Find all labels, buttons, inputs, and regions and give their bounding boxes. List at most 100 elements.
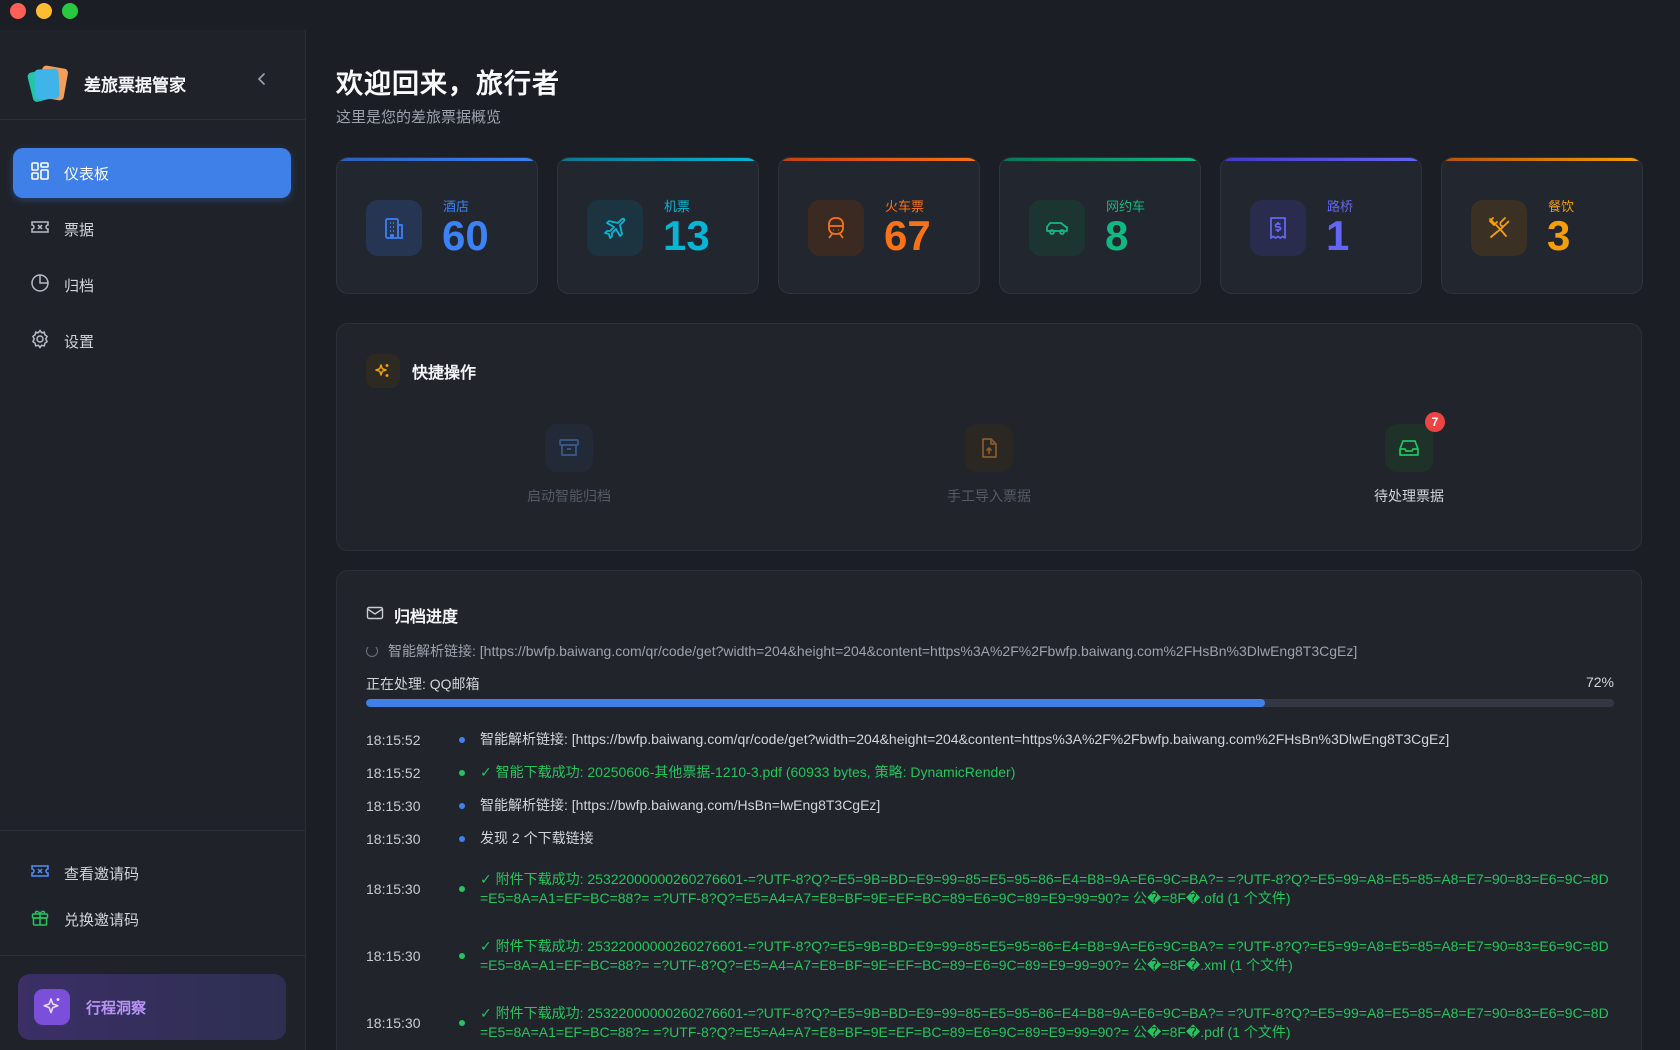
quick-action-label: 手工导入票据 <box>947 488 1031 504</box>
stat-card-hotel[interactable]: 酒店 60 <box>336 157 538 294</box>
view-invite-code-link[interactable]: 查看邀请码 <box>13 850 291 896</box>
stat-value: 8 <box>1105 212 1129 259</box>
log-time: 18:15:30 <box>366 830 421 847</box>
log-status-dot <box>459 835 465 842</box>
log-status-dot <box>459 885 465 892</box>
log-status-dot <box>459 1019 465 1026</box>
stat-value: 1 <box>1326 212 1350 259</box>
chevron-left-icon[interactable] <box>252 70 272 90</box>
sparkles-icon <box>34 989 70 1025</box>
pending-count-badge: 7 <box>1425 412 1445 432</box>
quick-actions-title: 快捷操作 <box>412 365 477 382</box>
processing-row: 正在处理: QQ邮箱 72% <box>366 674 1614 694</box>
sidebar-item-dashboard[interactable]: 仪表板 <box>13 148 291 198</box>
maximize-window-button[interactable] <box>62 3 78 19</box>
log-row: 18:15:52 ✓ 智能下载成功: 20250606-其他票据-1210-3.p… <box>366 756 1616 789</box>
building-icon <box>366 200 422 256</box>
stat-value: 67 <box>884 212 931 259</box>
page-subtitle: 这里是您的差旅票据概览 <box>336 109 502 126</box>
manual-import-button[interactable]: 手工导入票据 <box>889 424 1089 506</box>
log-status-dot <box>459 736 465 743</box>
sidebar-divider <box>0 830 306 831</box>
sparkles-icon <box>366 354 400 388</box>
stat-card-toll[interactable]: 路桥 1 <box>1220 157 1422 294</box>
log-time: 18:15:52 <box>366 764 421 781</box>
log-status-dot <box>459 802 465 809</box>
receipt-icon <box>1250 200 1306 256</box>
log-message: ✓ 附件下载成功: 25322000000260276601-=?UTF-8?Q… <box>480 870 1609 906</box>
processing-label: 正在处理: QQ邮箱 <box>366 676 480 692</box>
quick-actions-panel: 快捷操作 启动智能归档 手工导入票据 7 待处理票据 <box>336 323 1642 551</box>
archive-progress-panel: 归档进度 智能解析链接: [https://bwfp.baiwang.com/q… <box>336 570 1642 1050</box>
log-message: 智能解析链接: [https://bwfp.baiwang.com/HsBn=l… <box>480 797 881 813</box>
archive-progress-header: 归档进度 <box>366 603 458 627</box>
close-window-button[interactable] <box>10 3 26 19</box>
stat-card-dining[interactable]: 餐饮 3 <box>1441 157 1643 294</box>
log-time: 18:15:30 <box>366 1014 421 1031</box>
log-row: 18:15:30 发现 2 个下载链接 <box>366 822 1616 855</box>
file-upload-icon <box>965 424 1013 472</box>
log-row: 18:15:30 ✓ 附件下载成功: 25322000000260276601-=… <box>366 922 1616 989</box>
train-icon <box>808 200 864 256</box>
sidebar: 差旅票据管家 仪表板 票据 归档 设置 查看邀请码 兑换邀请码 行程洞察 <box>0 30 306 1050</box>
pie-chart-icon <box>30 273 50 297</box>
view-invite-code-label: 查看邀请码 <box>64 865 140 883</box>
page-title: 欢迎回来，旅行者 <box>336 69 560 99</box>
sidebar-bottom-links: 查看邀请码 兑换邀请码 <box>13 850 291 942</box>
sidebar-item-label: 设置 <box>64 333 95 351</box>
log-time: 18:15:30 <box>366 947 421 964</box>
brand: 差旅票据管家 <box>26 64 186 103</box>
sidebar-item-label: 归档 <box>64 277 95 295</box>
progress-bar-fill <box>366 699 1265 707</box>
log-row: 18:15:30 智能解析链接: [https://bwfp.baiwang.co… <box>366 789 1616 822</box>
dashboard-grid-icon <box>30 161 50 185</box>
quick-action-label: 待处理票据 <box>1374 488 1444 504</box>
log-message: 发现 2 个下载链接 <box>480 830 594 846</box>
current-status: 智能解析链接: [https://bwfp.baiwang.com/qr/cod… <box>366 641 1357 661</box>
activity-log: 18:15:52 智能解析链接: [https://bwfp.baiwang.co… <box>366 723 1616 1050</box>
plane-icon <box>587 200 643 256</box>
window-controls <box>10 3 78 19</box>
sidebar-item-tickets[interactable]: 票据 <box>13 204 291 254</box>
log-row: 18:15:30 ✓ 附件下载成功: 25322000000260276601-=… <box>366 855 1616 922</box>
sidebar-item-label: 票据 <box>64 221 95 239</box>
minimize-window-button[interactable] <box>36 3 52 19</box>
log-message: ✓ 智能下载成功: 20250606-其他票据-1210-3.pdf (6093… <box>480 764 1016 780</box>
archive-icon <box>545 424 593 472</box>
sidebar-divider <box>0 955 306 956</box>
stat-card-rideshare[interactable]: 网约车 8 <box>999 157 1201 294</box>
log-message: ✓ 附件下载成功: 25322000000260276601-=?UTF-8?Q… <box>480 1004 1609 1040</box>
stat-value: 3 <box>1547 212 1571 259</box>
start-smart-archive-button[interactable]: 启动智能归档 <box>469 424 669 506</box>
stat-card-train[interactable]: 火车票 67 <box>778 157 980 294</box>
quick-actions-header: 快捷操作 <box>366 354 476 388</box>
current-status-text: 智能解析链接: [https://bwfp.baiwang.com/qr/cod… <box>388 643 1358 659</box>
stat-card-flight[interactable]: 机票 13 <box>557 157 759 294</box>
log-message: ✓ 附件下载成功: 25322000000260276601-=?UTF-8?Q… <box>480 937 1609 973</box>
sidebar-nav: 仪表板 票据 归档 设置 <box>13 148 291 372</box>
sidebar-item-settings[interactable]: 设置 <box>13 316 291 366</box>
log-row: 18:15:30 ✓ 附件下载成功: 25322000000260276601-=… <box>366 989 1616 1050</box>
sidebar-item-archive[interactable]: 归档 <box>13 260 291 310</box>
trip-insights-button[interactable]: 行程洞察 <box>18 974 286 1040</box>
gift-icon <box>30 907 50 931</box>
app-window: 差旅票据管家 仪表板 票据 归档 设置 查看邀请码 兑换邀请码 行程洞察 欢迎回… <box>0 0 1680 1050</box>
stat-value: 13 <box>663 212 710 259</box>
ticket-icon <box>30 861 50 885</box>
log-status-dot <box>459 769 465 776</box>
car-icon <box>1029 200 1085 256</box>
trip-insights-label: 行程洞察 <box>86 999 147 1017</box>
log-time: 18:15:30 <box>366 797 421 814</box>
ticket-icon <box>30 217 50 241</box>
progress-bar <box>366 699 1614 707</box>
archive-progress-title: 归档进度 <box>394 609 459 626</box>
utensils-icon <box>1471 200 1527 256</box>
log-time: 18:15:30 <box>366 880 421 897</box>
mail-icon <box>366 604 384 627</box>
sidebar-item-label: 仪表板 <box>64 165 110 183</box>
pending-tickets-button[interactable]: 7 待处理票据 <box>1309 412 1509 506</box>
redeem-invite-code-link[interactable]: 兑换邀请码 <box>13 896 291 942</box>
app-title: 差旅票据管家 <box>84 75 186 95</box>
log-message: 智能解析链接: [https://bwfp.baiwang.com/qr/cod… <box>480 731 1450 747</box>
gear-icon <box>30 329 50 353</box>
